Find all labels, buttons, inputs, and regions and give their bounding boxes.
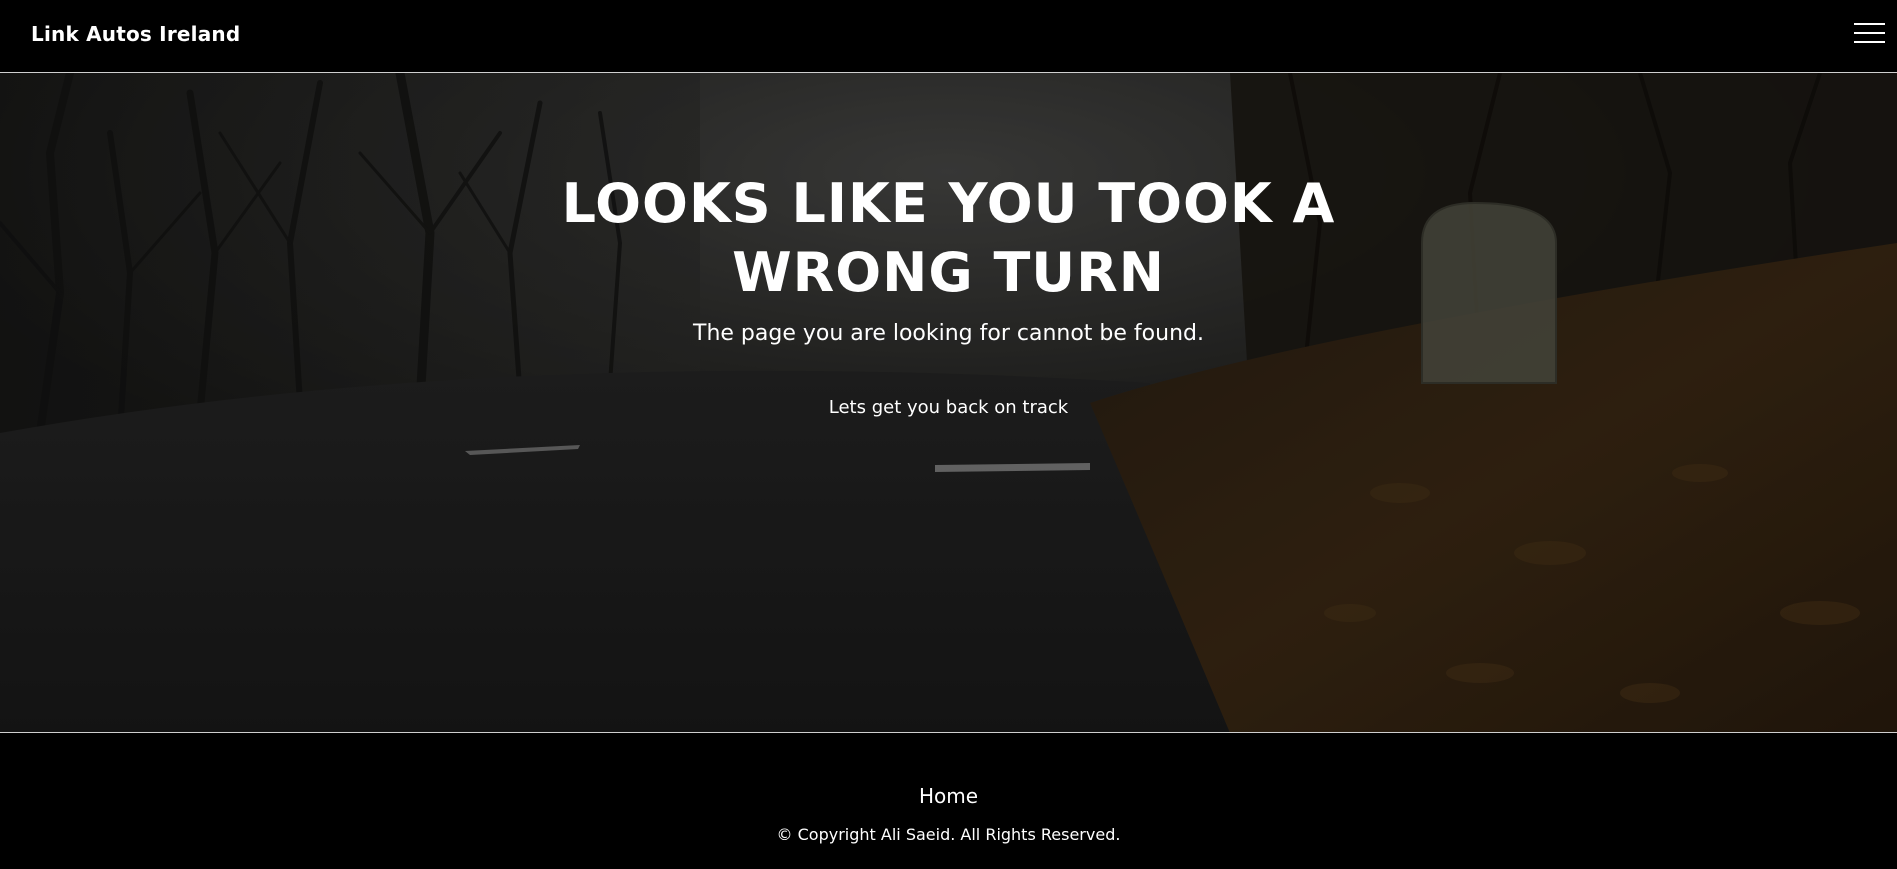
brand-logo-link[interactable]: Link Autos Ireland (31, 22, 240, 46)
back-on-track-link-wrapper: Lets get you back on track (0, 397, 1897, 418)
error-headline: LOOKS LIKE YOU TOOK A WRONG TURN (0, 169, 1897, 307)
footer-home-wrapper: Home (0, 784, 1897, 808)
hamburger-menu-icon[interactable] (1854, 21, 1885, 45)
headline-line-1: LOOKS LIKE YOU TOOK A (561, 172, 1336, 235)
headline-line-2: WRONG TURN (732, 241, 1165, 304)
footer: Home © Copyright Ali Saeid. All Rights R… (0, 733, 1897, 869)
error-message: The page you are looking for cannot be f… (693, 321, 1204, 346)
hero-section: LOOKS LIKE YOU TOOK A WRONG TURN The pag… (0, 73, 1897, 733)
copyright-text: © Copyright Ali Saeid. All Rights Reserv… (776, 825, 1121, 844)
back-on-track-link[interactable]: Lets get you back on track (829, 397, 1068, 418)
footer-home-link[interactable]: Home (919, 784, 978, 808)
top-navbar: Link Autos Ireland (0, 0, 1897, 73)
